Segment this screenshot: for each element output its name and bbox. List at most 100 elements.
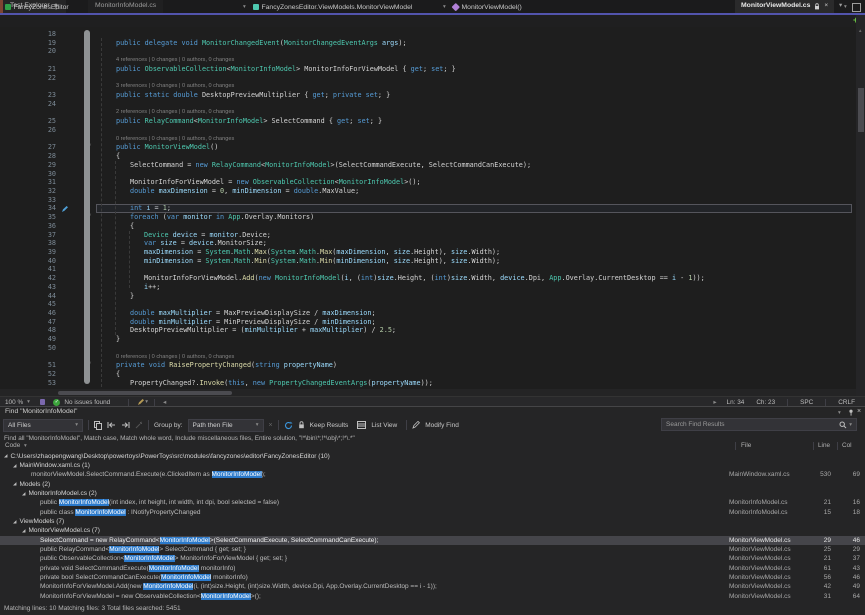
code-line[interactable]: 50 [0, 344, 856, 353]
result-row[interactable]: monitorViewModel.SelectCommand.Execute(e… [0, 470, 865, 479]
editor-horizontal-scroll-thumb[interactable] [58, 391, 232, 396]
search-options-chevron-icon[interactable]: ▾ [849, 422, 852, 428]
column-line[interactable]: Line [818, 442, 830, 449]
tab-monitorinfomodel[interactable]: MonitorInfoModel.cs [88, 0, 163, 13]
group-by-select[interactable]: Path then File ▾ [188, 419, 264, 432]
code-line[interactable]: 25public RelayCommand<MonitorInfoModel> … [0, 117, 856, 126]
result-row[interactable]: public MonitorInfoModel(int index, int h… [0, 498, 865, 507]
expander-icon[interactable]: ◢ [4, 453, 7, 458]
collapse-left-icon[interactable]: ◂ [163, 398, 166, 406]
suggestions-chevron-icon[interactable]: ▾ [145, 399, 148, 405]
code-line[interactable]: 23public static double DesktopPreviewMul… [0, 91, 856, 100]
list-view-label[interactable]: List View [371, 422, 397, 429]
code-line[interactable]: 30 [0, 170, 856, 179]
search-icon[interactable] [839, 421, 847, 429]
result-row[interactable]: MonitorInfoForViewModel.Add(new MonitorI… [0, 582, 865, 591]
window-layout-icon[interactable] [852, 3, 861, 12]
close-icon[interactable]: × [824, 3, 828, 10]
modify-find-pencil-icon[interactable] [412, 421, 420, 429]
column-col[interactable]: Col [842, 442, 852, 449]
result-row[interactable]: private bool SelectCommandCanExecute(Mon… [0, 573, 865, 582]
code-line[interactable]: 27public MonitorViewModel()˅ [0, 143, 856, 152]
editor-vertical-scrollbar[interactable] [856, 15, 865, 397]
code-line[interactable]: 4 references | 0 changes | 0 authors, 0 … [0, 56, 856, 65]
result-group-row[interactable]: ◢ViewModels (7) [0, 517, 865, 526]
code-line[interactable]: 0 references | 0 changes | 0 authors, 0 … [0, 135, 856, 144]
result-row[interactable]: public ObservableCollection<MonitorInfoM… [0, 554, 865, 563]
codelens-annotation[interactable]: 2 references | 0 changes | 0 authors, 0 … [106, 108, 234, 117]
code-line[interactable]: 22 [0, 74, 856, 83]
scope-select[interactable]: All Files ▾ [3, 419, 83, 432]
code-line[interactable]: 21public ObservableCollection<MonitorInf… [0, 65, 856, 74]
member-dropdown-arrow[interactable]: ▾ [844, 2, 847, 12]
code-line[interactable]: 20 [0, 47, 856, 56]
type-dropdown-arrow[interactable]: ▾ [443, 2, 446, 12]
expander-icon[interactable]: ◢ [22, 528, 25, 533]
result-group-row[interactable]: ◢MainWindow.xaml.cs (1) [0, 461, 865, 470]
code-line[interactable]: 51private void RaisePropertyChanged(stri… [0, 361, 856, 370]
code-line[interactable]: 52{ [0, 370, 856, 379]
editor-vertical-scroll-thumb[interactable] [858, 88, 864, 132]
result-group-row[interactable]: ◢MonitorViewModel.cs (7) [0, 526, 865, 535]
list-view-icon[interactable] [357, 421, 366, 429]
tab-monitorviewmodel[interactable]: MonitorViewModel.cs × [735, 0, 834, 13]
code-line[interactable]: 33 [0, 196, 856, 205]
code-line[interactable]: 36{ [0, 222, 856, 231]
code-editor[interactable]: 1819public delegate void MonitorChangedE… [0, 27, 856, 389]
member-dropdown[interactable]: MonitorViewModel() [453, 2, 522, 12]
search-results-input[interactable]: Search Find Results ▾ [661, 418, 857, 431]
code-line[interactable]: 44} [0, 292, 856, 301]
code-line[interactable]: 48DesktopPreviewMultiplier = (minMultipl… [0, 326, 856, 335]
codelens-annotation[interactable]: 3 references | 0 changes | 0 authors, 0 … [106, 82, 234, 91]
issues-status[interactable]: No issues found [64, 399, 110, 406]
tab-list-chevron-icon[interactable]: ▾ [839, 3, 842, 10]
status-line-endings[interactable]: CRLF [838, 399, 855, 406]
code-line[interactable]: 49} [0, 335, 856, 344]
zoom-level[interactable]: 100 % [5, 399, 23, 406]
result-group-row[interactable]: ◢MonitorInfoModel.cs (2) [0, 489, 865, 498]
project-dropdown[interactable]: FancyZonesEditor [5, 2, 69, 12]
scroll-up-icon[interactable]: ▲ [858, 28, 862, 33]
result-group-row[interactable]: ◢Models (2) [0, 480, 865, 489]
code-line[interactable]: 28{ [0, 152, 856, 161]
code-line[interactable]: 47double minMultiplier = MinPreviewDispl… [0, 318, 856, 327]
codelens-annotation[interactable]: 0 references | 0 changes | 0 authors, 0 … [106, 135, 234, 144]
code-line[interactable]: 26 [0, 126, 856, 135]
expander-icon[interactable]: ◢ [13, 481, 16, 486]
column-code-chevron-icon[interactable]: ▾ [24, 443, 27, 449]
expander-icon[interactable]: ◢ [22, 491, 25, 496]
suggestions-pen-icon[interactable] [137, 398, 145, 406]
column-file[interactable]: File [741, 442, 751, 449]
code-line[interactable]: 35foreach (var monitor in App.Overlay.Mo… [0, 213, 856, 222]
code-line[interactable]: 32double maxDimension = 0, minDimension … [0, 187, 856, 196]
gutter-scroll-bar[interactable] [84, 30, 90, 384]
refresh-icon[interactable] [284, 421, 293, 430]
panel-close-icon[interactable]: × [857, 408, 861, 415]
code-line[interactable]: 46double maxMultiplier = MaxPreviewDispl… [0, 309, 856, 318]
code-line[interactable]: 0 references | 0 changes | 0 authors, 0 … [0, 353, 856, 362]
code-line[interactable]: 29SelectCommand = new RelayCommand<Monit… [0, 161, 856, 170]
copy-icon[interactable] [94, 421, 102, 430]
expand-right-icon[interactable]: ▸ [713, 398, 716, 406]
panel-pin-icon[interactable] [848, 409, 854, 416]
modify-find-label[interactable]: Modify Find [425, 422, 459, 429]
result-row[interactable]: SelectCommand = new RelayCommand<Monitor… [0, 536, 865, 545]
expander-icon[interactable]: ◢ [13, 463, 16, 468]
result-row[interactable]: public class MonitorInfoModel : INotifyP… [0, 508, 865, 517]
status-spaces[interactable]: SPC [800, 399, 813, 406]
column-code[interactable]: Code [5, 442, 20, 449]
code-line[interactable]: 19public delegate void MonitorChangedEve… [0, 39, 856, 48]
expander-icon[interactable]: ◢ [13, 519, 16, 524]
codelens-annotation[interactable]: 4 references | 0 changes | 0 authors, 0 … [106, 56, 234, 65]
code-line[interactable]: 24 [0, 100, 856, 109]
status-column[interactable]: Ch: 23 [756, 399, 775, 406]
result-row[interactable]: public RelayCommand<MonitorInfoModel> Se… [0, 545, 865, 554]
zoom-chevron-icon[interactable]: ▾ [27, 399, 30, 405]
status-line[interactable]: Ln: 34 [727, 399, 745, 406]
prev-location-icon[interactable] [107, 421, 116, 429]
code-line[interactable]: 2 references | 0 changes | 0 authors, 0 … [0, 108, 856, 117]
code-line[interactable]: 45 [0, 300, 856, 309]
code-line[interactable]: 3 references | 0 changes | 0 authors, 0 … [0, 82, 856, 91]
type-dropdown[interactable]: FancyZonesEditor.ViewModels.MonitorViewM… [253, 2, 412, 12]
keep-results-label[interactable]: Keep Results [310, 422, 349, 429]
